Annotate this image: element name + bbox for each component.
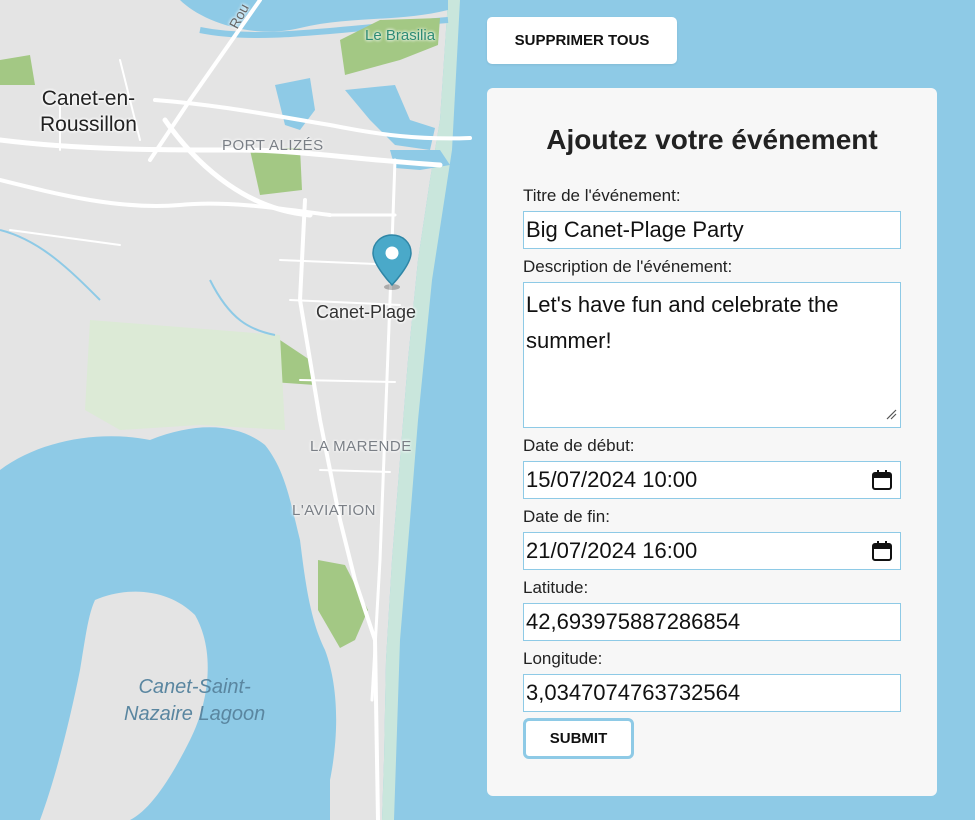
latitude-label: Latitude: bbox=[523, 578, 589, 597]
start-date-input[interactable]: 15/07/2024 10:00 bbox=[523, 461, 901, 499]
longitude-input[interactable]: 3,0347074763732564 bbox=[523, 674, 901, 712]
form-title: Ajoutez votre événement bbox=[546, 124, 878, 155]
resize-grip-icon[interactable] bbox=[885, 408, 897, 420]
longitude-label: Longitude: bbox=[523, 649, 603, 668]
start-date-label: Date de début: bbox=[523, 436, 635, 455]
end-date-value: 21/07/2024 16:00 bbox=[526, 538, 698, 563]
submit-button[interactable]: SUBMIT bbox=[523, 718, 634, 759]
end-date-input[interactable]: 21/07/2024 16:00 bbox=[523, 532, 901, 570]
event-title-value: Big Canet-Plage Party bbox=[526, 217, 744, 242]
event-form-panel: Ajoutez votre événement Titre de l'événe… bbox=[487, 88, 937, 796]
title-label: Titre de l'événement: bbox=[523, 186, 681, 205]
event-title-input[interactable]: Big Canet-Plage Party bbox=[523, 211, 901, 249]
description-textarea[interactable]: Let's have fun and celebrate the summer! bbox=[523, 282, 901, 428]
map-pin-icon[interactable] bbox=[370, 233, 414, 293]
end-date-label: Date de fin: bbox=[523, 507, 610, 526]
delete-all-button[interactable]: SUPPRIMER TOUS bbox=[487, 17, 677, 64]
calendar-icon[interactable] bbox=[871, 540, 893, 562]
calendar-icon[interactable] bbox=[871, 469, 893, 491]
description-label: Description de l'événement: bbox=[523, 257, 733, 276]
latitude-value: 42,693975887286854 bbox=[526, 609, 741, 634]
start-date-value: 15/07/2024 10:00 bbox=[526, 467, 698, 492]
latitude-input[interactable]: 42,693975887286854 bbox=[523, 603, 901, 641]
longitude-value: 3,0347074763732564 bbox=[526, 680, 741, 705]
description-value: Let's have fun and celebrate the summer! bbox=[526, 292, 839, 353]
